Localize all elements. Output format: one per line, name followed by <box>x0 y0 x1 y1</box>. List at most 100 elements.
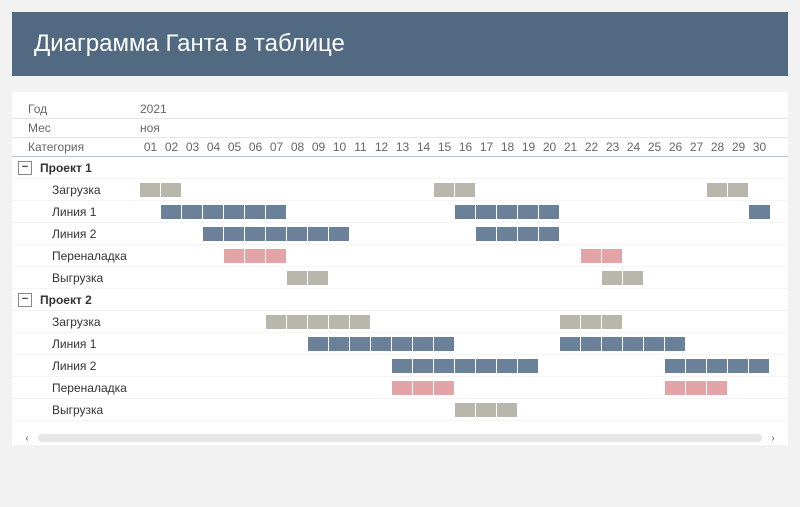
day-header: 04 <box>203 140 224 154</box>
gantt-bar-track <box>140 401 770 419</box>
day-header: 08 <box>287 140 308 154</box>
gantt-bar <box>455 403 518 417</box>
gantt-bar-track <box>140 335 770 353</box>
day-header: 24 <box>623 140 644 154</box>
day-header: 13 <box>392 140 413 154</box>
day-header: 14 <box>413 140 434 154</box>
task-row: Выгрузка <box>12 267 788 289</box>
month-value: ноя <box>140 121 160 135</box>
gantt-bar-track <box>140 181 770 199</box>
gantt-bar <box>392 381 455 395</box>
day-header: 28 <box>707 140 728 154</box>
gantt-bar <box>749 205 770 219</box>
day-header: 20 <box>539 140 560 154</box>
task-row: Загрузка <box>12 311 788 333</box>
scroll-right-icon[interactable]: › <box>766 431 780 445</box>
project-name: Проект 1 <box>40 161 92 175</box>
gantt-bar-track <box>140 357 770 375</box>
month-label: Мес <box>12 121 140 135</box>
task-name: Загрузка <box>52 183 101 197</box>
day-header: 25 <box>644 140 665 154</box>
task-name: Линия 2 <box>52 227 96 241</box>
project-row: −Проект 2 <box>12 289 788 311</box>
scroll-track[interactable] <box>38 434 762 442</box>
year-value: 2021 <box>140 102 167 116</box>
day-header: 29 <box>728 140 749 154</box>
day-header: 18 <box>497 140 518 154</box>
year-label: Год <box>12 102 140 116</box>
task-name: Линия 1 <box>52 337 96 351</box>
gantt-bar-track <box>140 269 770 287</box>
category-label: Категория <box>12 140 140 154</box>
task-name: Линия 1 <box>52 205 96 219</box>
header-month-row: Мес ноя <box>12 119 788 138</box>
project-name: Проект 2 <box>40 293 92 307</box>
day-header: 09 <box>308 140 329 154</box>
gantt-bar <box>560 315 623 329</box>
task-row: Линия 1 <box>12 201 788 223</box>
day-header: 03 <box>182 140 203 154</box>
day-header: 21 <box>560 140 581 154</box>
day-header: 02 <box>161 140 182 154</box>
gantt-bar <box>434 183 476 197</box>
day-header: 23 <box>602 140 623 154</box>
task-name: Переналадка <box>52 249 127 263</box>
gantt-bar <box>581 249 623 263</box>
gantt-card: Год 2021 Мес ноя Категория 0102030405060… <box>12 92 788 445</box>
gantt-bar <box>203 227 350 241</box>
gantt-bar <box>665 381 728 395</box>
gantt-bar-track <box>140 203 770 221</box>
header-days-row: Категория 010203040506070809101112131415… <box>12 138 788 157</box>
task-name: Выгрузка <box>52 271 103 285</box>
day-header: 22 <box>581 140 602 154</box>
day-header: 30 <box>749 140 770 154</box>
gantt-rows: −Проект 1ЗагрузкаЛиния 1Линия 2Переналад… <box>12 157 788 421</box>
gantt-bar <box>224 249 287 263</box>
project-row: −Проект 1 <box>12 157 788 179</box>
task-row: Линия 1 <box>12 333 788 355</box>
task-row: Линия 2 <box>12 223 788 245</box>
gantt-bar-track <box>140 291 770 309</box>
day-header: 16 <box>455 140 476 154</box>
day-header: 27 <box>686 140 707 154</box>
day-header: 26 <box>665 140 686 154</box>
task-name: Линия 2 <box>52 359 96 373</box>
day-header: 15 <box>434 140 455 154</box>
day-header: 10 <box>329 140 350 154</box>
task-row: Переналадка <box>12 377 788 399</box>
day-header: 05 <box>224 140 245 154</box>
task-name: Загрузка <box>52 315 101 329</box>
day-header: 06 <box>245 140 266 154</box>
gantt-bar <box>140 183 182 197</box>
day-header: 01 <box>140 140 161 154</box>
gantt-bar <box>665 359 770 373</box>
day-header: 17 <box>476 140 497 154</box>
collapse-icon[interactable]: − <box>18 293 32 307</box>
day-header: 12 <box>371 140 392 154</box>
gantt-bar <box>455 205 560 219</box>
gantt-bar <box>602 271 644 285</box>
page-title: Диаграмма Ганта в таблице <box>12 12 788 76</box>
day-header: 07 <box>266 140 287 154</box>
day-headers: 0102030405060708091011121314151617181920… <box>140 140 770 154</box>
gantt-bar <box>560 337 686 351</box>
gantt-bar-track <box>140 313 770 331</box>
horizontal-scrollbar[interactable]: ‹ › <box>20 431 780 445</box>
task-row: Загрузка <box>12 179 788 201</box>
gantt-bar <box>287 271 329 285</box>
gantt-bar-track <box>140 225 770 243</box>
gantt-bar <box>266 315 371 329</box>
task-row: Линия 2 <box>12 355 788 377</box>
task-name: Выгрузка <box>52 403 103 417</box>
scroll-left-icon[interactable]: ‹ <box>20 431 34 445</box>
collapse-icon[interactable]: − <box>18 161 32 175</box>
gantt-bar <box>707 183 749 197</box>
gantt-bar <box>476 227 560 241</box>
task-name: Переналадка <box>52 381 127 395</box>
day-header: 19 <box>518 140 539 154</box>
gantt-bar-track <box>140 379 770 397</box>
task-row: Выгрузка <box>12 399 788 421</box>
day-header: 11 <box>350 140 371 154</box>
header-year-row: Год 2021 <box>12 100 788 119</box>
gantt-bar <box>308 337 455 351</box>
